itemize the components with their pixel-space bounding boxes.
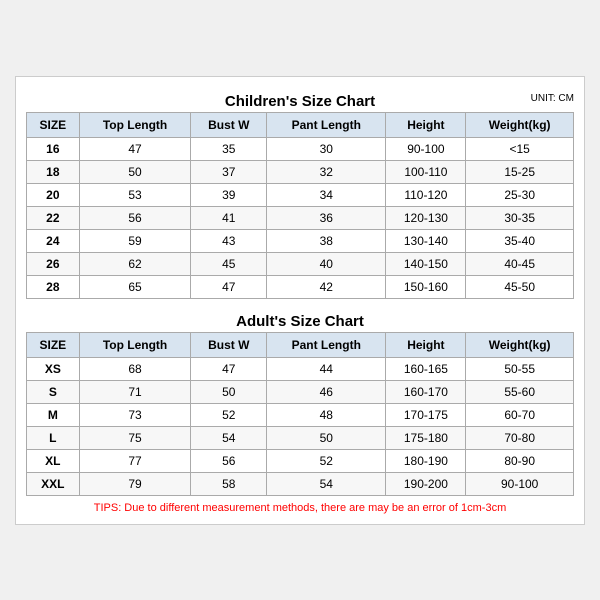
tips-text: TIPS: Due to different measurement metho… — [26, 502, 574, 514]
table-row: 28654742150-16045-50 — [27, 275, 574, 298]
children-table: SIZE Top Length Bust W Pant Length Heigh… — [26, 112, 574, 299]
table-row: S715046160-17055-60 — [27, 380, 574, 403]
adults-table: SIZE Top Length Bust W Pant Length Heigh… — [26, 332, 574, 496]
children-title: Children's Size Chart — [225, 93, 375, 110]
adults-col-pant-length: Pant Length — [267, 332, 386, 357]
table-row: 24594338130-14035-40 — [27, 229, 574, 252]
adults-col-size: SIZE — [27, 332, 80, 357]
adults-col-height: Height — [386, 332, 466, 357]
table-row: XL775652180-19080-90 — [27, 449, 574, 472]
adults-col-bust: Bust W — [191, 332, 267, 357]
children-col-bust: Bust W — [191, 112, 267, 137]
table-row: 26624540140-15040-45 — [27, 252, 574, 275]
children-col-top-length: Top Length — [79, 112, 191, 137]
table-row: 20533934110-12025-30 — [27, 183, 574, 206]
children-col-height: Height — [386, 112, 466, 137]
adults-col-top-length: Top Length — [79, 332, 191, 357]
adults-title: Adult's Size Chart — [236, 313, 364, 330]
table-row: XS684744160-16550-55 — [27, 357, 574, 380]
children-col-size: SIZE — [27, 112, 80, 137]
table-row: 22564136120-13030-35 — [27, 206, 574, 229]
chart-container: Children's Size Chart UNIT: CM SIZE Top … — [15, 76, 585, 525]
table-row: L755450175-18070-80 — [27, 426, 574, 449]
children-header-row: SIZE Top Length Bust W Pant Length Heigh… — [27, 112, 574, 137]
children-col-weight: Weight(kg) — [466, 112, 574, 137]
adults-header-row: SIZE Top Length Bust W Pant Length Heigh… — [27, 332, 574, 357]
table-row: M735248170-17560-70 — [27, 403, 574, 426]
adults-section-title: Adult's Size Chart — [26, 307, 574, 332]
children-section-title: Children's Size Chart UNIT: CM — [26, 87, 574, 112]
unit-label: UNIT: CM — [531, 93, 574, 104]
children-col-pant-length: Pant Length — [267, 112, 386, 137]
table-row: 18503732100-11015-25 — [27, 160, 574, 183]
adults-col-weight: Weight(kg) — [466, 332, 574, 357]
table-row: 1647353090-100<15 — [27, 137, 574, 160]
table-row: XXL795854190-20090-100 — [27, 472, 574, 495]
